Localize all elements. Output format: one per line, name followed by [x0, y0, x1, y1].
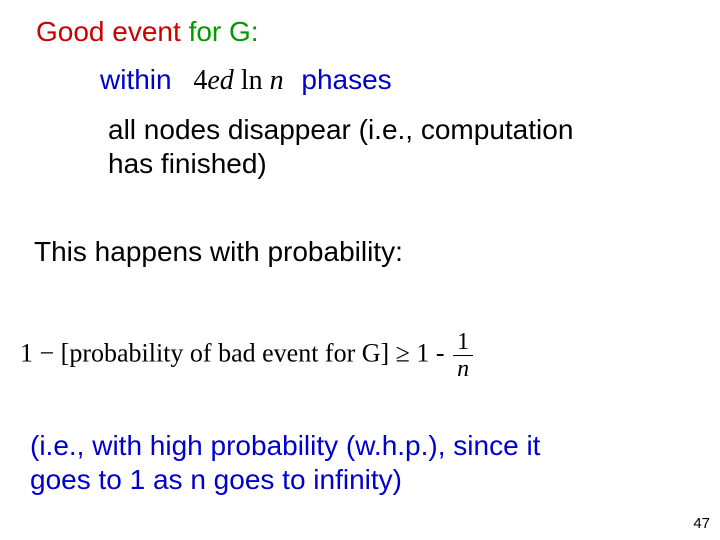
footer-line-1: (i.e., with high probability (w.h.p.), s…: [30, 432, 540, 460]
fraction-denominator: n: [453, 357, 473, 381]
footer-line-2: goes to 1 as n goes to infinity): [30, 466, 402, 494]
fraction-numerator: 1: [453, 330, 473, 354]
page-number: 47: [693, 515, 710, 532]
phases-word: phases: [301, 64, 391, 95]
within-line: within 4ed ln n phases: [100, 66, 392, 95]
slide: Good event for G: within 4ed ln n phases…: [0, 0, 720, 540]
fraction: 1 n: [453, 330, 473, 381]
prob-prefix: 1 − [probability of bad event for G] ≥ 1…: [20, 338, 451, 367]
title: Good event for G:: [36, 18, 259, 46]
title-for-g: for G:: [189, 16, 259, 47]
probability-expression: 1 − [probability of bad event for G] ≥ 1…: [20, 330, 475, 381]
body-line-1: all nodes disappear (i.e., computation: [108, 116, 573, 144]
happens-line: This happens with probability:: [34, 238, 403, 266]
phase-formula: 4ed ln n: [193, 65, 283, 96]
within-word: within: [100, 64, 172, 95]
title-good-event: Good event: [36, 16, 189, 47]
body-line-2: has finished): [108, 150, 267, 178]
